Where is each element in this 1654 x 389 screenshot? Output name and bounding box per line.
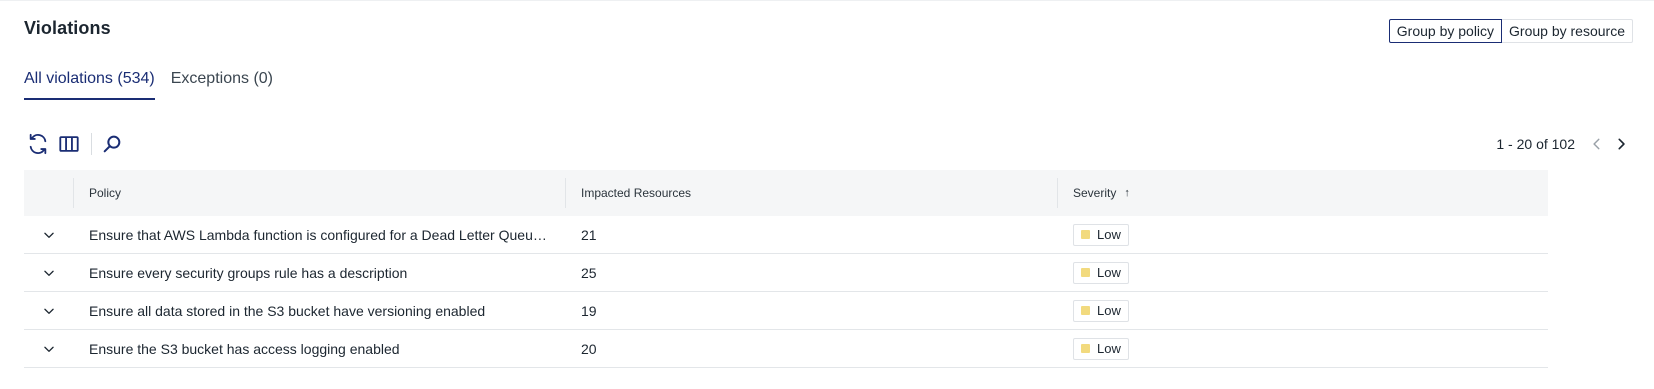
expand-row-button[interactable] bbox=[24, 342, 73, 356]
severity-badge: Low bbox=[1073, 299, 1129, 322]
tab-all-violations[interactable]: All violations (534) bbox=[24, 70, 155, 100]
refresh-icon[interactable] bbox=[26, 132, 50, 156]
severity-label: Low bbox=[1097, 265, 1121, 280]
table-header: Policy Impacted Resources Severity ↑ bbox=[24, 170, 1548, 216]
column-header-severity-label: Severity bbox=[1073, 186, 1117, 200]
severity-label: Low bbox=[1097, 341, 1121, 356]
pagination: 1 - 20 of 102 bbox=[1496, 132, 1633, 156]
severity-cell: Low bbox=[1057, 299, 1548, 322]
severity-color-swatch bbox=[1081, 268, 1090, 277]
tab-exceptions[interactable]: Exceptions (0) bbox=[171, 70, 273, 100]
chevron-left-icon bbox=[1593, 138, 1600, 150]
group-by-policy-button[interactable]: Group by policy bbox=[1388, 19, 1503, 43]
severity-label: Low bbox=[1097, 227, 1121, 242]
columns-icon[interactable] bbox=[57, 132, 81, 156]
severity-color-swatch bbox=[1081, 230, 1090, 239]
policy-cell[interactable]: Ensure every security groups rule has a … bbox=[73, 265, 565, 281]
pagination-range: 1 - 20 of 102 bbox=[1496, 136, 1575, 152]
severity-cell: Low bbox=[1057, 261, 1548, 284]
table-row: Ensure the S3 bucket has access logging … bbox=[24, 330, 1548, 368]
tab-bar: All violations (534) Exceptions (0) bbox=[24, 70, 289, 100]
chevron-right-icon bbox=[1618, 138, 1625, 150]
column-header-policy[interactable]: Policy bbox=[73, 170, 565, 216]
expand-row-button[interactable] bbox=[24, 266, 73, 280]
sort-ascending-icon[interactable]: ↑ bbox=[1124, 187, 1130, 199]
table-row: Ensure all data stored in the S3 bucket … bbox=[24, 292, 1548, 330]
severity-color-swatch bbox=[1081, 306, 1090, 315]
toolbar-divider bbox=[91, 133, 92, 155]
severity-badge: Low bbox=[1073, 261, 1129, 284]
chevron-down-icon bbox=[43, 308, 54, 314]
severity-label: Low bbox=[1097, 303, 1121, 318]
severity-badge: Low bbox=[1073, 337, 1129, 360]
table-row: Ensure that AWS Lambda function is confi… bbox=[24, 216, 1548, 254]
table-row: Ensure every security groups rule has a … bbox=[24, 254, 1548, 292]
next-page-button[interactable] bbox=[1609, 132, 1633, 156]
policy-cell[interactable]: Ensure all data stored in the S3 bucket … bbox=[73, 303, 565, 319]
column-header-severity[interactable]: Severity ↑ bbox=[1057, 170, 1548, 216]
table-toolbar bbox=[26, 132, 124, 156]
group-by-resource-button[interactable]: Group by resource bbox=[1502, 19, 1633, 43]
page-title: Violations bbox=[24, 18, 111, 38]
impacted-cell: 20 bbox=[581, 340, 597, 357]
policy-cell[interactable]: Ensure the S3 bucket has access logging … bbox=[73, 341, 565, 357]
column-header-impacted-label: Impacted Resources bbox=[581, 186, 692, 200]
violations-page: Violations Group by policy Group by reso… bbox=[0, 0, 1654, 389]
impacted-cell: 19 bbox=[581, 302, 597, 319]
search-icon[interactable] bbox=[100, 132, 124, 156]
policy-cell[interactable]: Ensure that AWS Lambda function is confi… bbox=[73, 227, 565, 243]
group-toggle: Group by policy Group by resource bbox=[1388, 19, 1633, 43]
severity-cell: Low bbox=[1057, 223, 1548, 246]
column-header-policy-label: Policy bbox=[89, 186, 122, 200]
header-expand bbox=[24, 170, 73, 216]
column-header-impacted[interactable]: Impacted Resources bbox=[565, 170, 1057, 216]
severity-badge: Low bbox=[1073, 223, 1129, 246]
expand-row-button[interactable] bbox=[24, 228, 73, 242]
chevron-down-icon bbox=[43, 232, 54, 238]
violations-table: Policy Impacted Resources Severity ↑ Ens… bbox=[24, 170, 1548, 368]
top-border bbox=[0, 0, 1654, 1]
expand-row-button[interactable] bbox=[24, 304, 73, 318]
prev-page-button[interactable] bbox=[1585, 132, 1609, 156]
impacted-cell: 21 bbox=[581, 226, 597, 243]
chevron-down-icon bbox=[43, 346, 54, 352]
severity-cell: Low bbox=[1057, 337, 1548, 360]
impacted-cell: 25 bbox=[581, 264, 597, 281]
chevron-down-icon bbox=[43, 270, 54, 276]
severity-color-swatch bbox=[1081, 344, 1090, 353]
